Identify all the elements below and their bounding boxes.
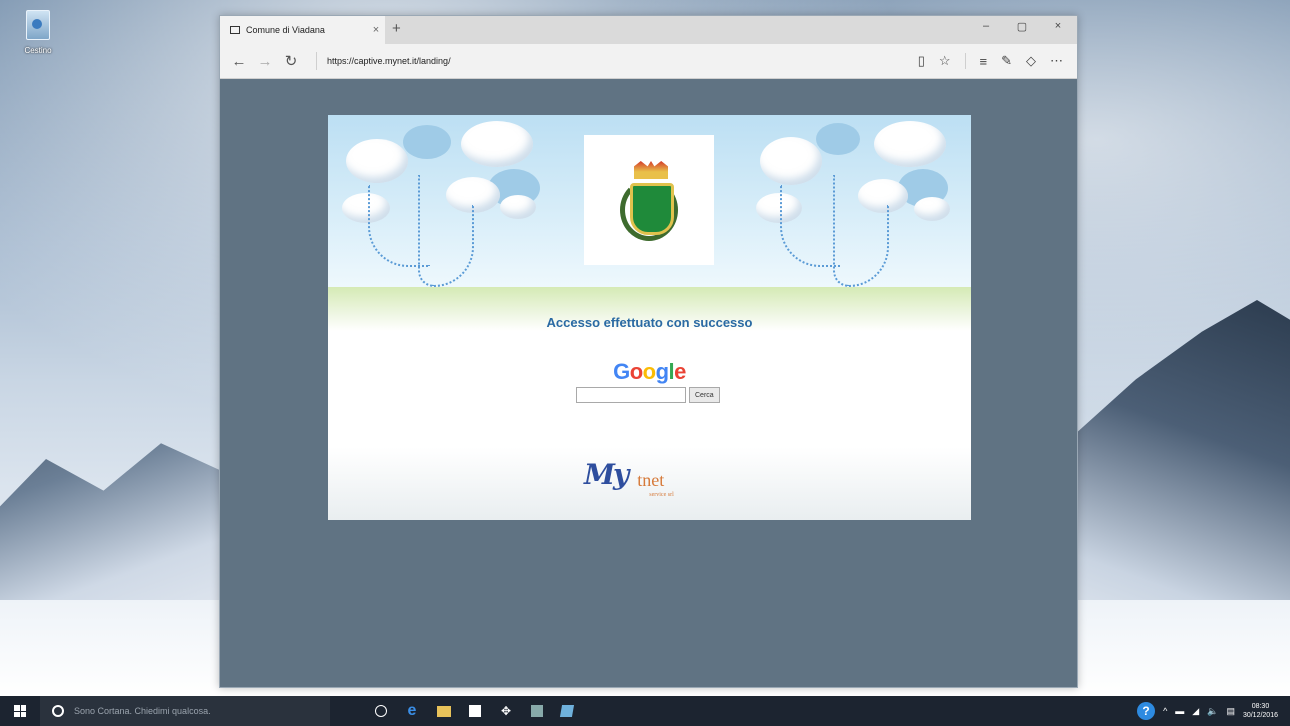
cortana-placeholder: Sono Cortana. Chiedimi qualcosa. xyxy=(74,706,211,716)
address-bar[interactable]: https://captive.mynet.it/landing/ xyxy=(323,56,918,66)
close-button[interactable]: × xyxy=(1047,20,1069,33)
toolbar-tools: ▯ ☆ ≡ ✎ ◇ ⋯ xyxy=(918,53,1063,69)
google-letter: g xyxy=(655,359,669,384)
google-letter: o xyxy=(629,359,643,384)
cloud xyxy=(874,121,946,167)
recycle-bin-shortcut[interactable]: Cestino xyxy=(18,10,58,55)
title-bar: Comune di Viadana × + – ▢ × xyxy=(220,16,1077,44)
more-icon[interactable]: ⋯ xyxy=(1050,53,1063,69)
cloud xyxy=(500,195,536,219)
clock[interactable]: 08:30 30/12/2016 xyxy=(1243,702,1278,720)
volume-icon[interactable]: 🔈 xyxy=(1207,706,1218,717)
landing-card: Accesso effettuato con successo Google C… xyxy=(328,115,971,520)
hub-icon[interactable]: ≡ xyxy=(980,54,988,69)
chevron-up-icon[interactable]: ^ xyxy=(1163,706,1167,716)
recycle-bin-label: Cestino xyxy=(24,46,52,55)
windows-logo-icon xyxy=(14,705,26,717)
share-icon[interactable]: ◇ xyxy=(1026,53,1036,69)
cloud xyxy=(461,121,533,167)
cloud xyxy=(760,137,822,185)
cloud xyxy=(816,123,860,155)
app-icon[interactable] xyxy=(559,705,575,717)
file-explorer-icon[interactable] xyxy=(437,705,451,717)
help-icon[interactable]: ? xyxy=(1137,702,1156,720)
minimize-button[interactable]: – xyxy=(975,20,997,33)
url-separator xyxy=(316,52,317,70)
web-note-icon[interactable]: ✎ xyxy=(1001,53,1012,69)
page-viewport: Accesso effettuato con successo Google C… xyxy=(220,79,1077,687)
edge-icon[interactable]: e xyxy=(405,702,419,719)
page-icon xyxy=(230,26,240,34)
tnet-logo[interactable]: tnet service srl xyxy=(637,470,674,498)
network-icon[interactable]: ◢ xyxy=(1192,706,1199,717)
app-icon[interactable] xyxy=(531,705,543,717)
notifications-icon[interactable]: ▤ xyxy=(1226,706,1235,717)
cortana-icon xyxy=(52,705,64,717)
dotted-branch xyxy=(780,185,840,267)
window-controls: – ▢ × xyxy=(975,20,1069,33)
forward-icon[interactable]: → xyxy=(252,53,278,70)
google-logo: Google xyxy=(328,359,971,385)
start-button[interactable] xyxy=(0,705,40,717)
google-search-form: Cerca xyxy=(576,387,720,403)
google-letter: G xyxy=(613,359,630,384)
provider-logos: My tnet service srl xyxy=(584,458,674,498)
cloud-banner xyxy=(328,115,971,287)
dotted-branch xyxy=(432,205,474,287)
clock-date: 30/12/2016 xyxy=(1242,712,1278,719)
taskbar: Sono Cortana. Chiedimi qualcosa. e ✥ ? ^… xyxy=(0,696,1290,726)
recycle-bin-icon xyxy=(26,10,50,40)
tnet-logo-sub: service srl xyxy=(649,492,674,498)
reading-view-icon[interactable]: ▯ xyxy=(918,53,925,69)
system-tray: ? ^ ▬ ◢ 🔈 ▤ 08:30 30/12/2016 xyxy=(1137,702,1278,720)
search-button[interactable]: Cerca xyxy=(689,387,720,403)
success-message: Accesso effettuato con successo xyxy=(546,315,753,330)
google-letter: e xyxy=(674,359,686,384)
tab-title: Comune di Viadana xyxy=(246,25,325,35)
favorite-star-icon[interactable]: ☆ xyxy=(939,53,951,69)
navigation-bar: ← → ↻ https://captive.mynet.it/landing/ … xyxy=(220,44,1077,79)
battery-icon[interactable]: ▬ xyxy=(1175,706,1184,716)
task-view-icon[interactable] xyxy=(375,705,387,717)
store-icon[interactable] xyxy=(469,705,481,717)
crest-shield-icon xyxy=(630,183,674,235)
tab-active[interactable]: Comune di Viadana × xyxy=(220,16,385,44)
cloud xyxy=(914,197,950,221)
refresh-icon[interactable]: ↻ xyxy=(278,52,304,70)
taskbar-apps: e ✥ xyxy=(375,702,575,719)
search-input[interactable] xyxy=(576,387,686,403)
tnet-logo-text: tnet xyxy=(637,470,665,490)
tab-close-icon[interactable]: × xyxy=(367,24,385,36)
mynet-logo[interactable]: My xyxy=(584,458,629,491)
google-letter: o xyxy=(642,359,656,384)
browser-window: Comune di Viadana × + – ▢ × ← → ↻ https:… xyxy=(219,15,1078,688)
cloud xyxy=(403,125,451,159)
new-tab-button[interactable]: + xyxy=(392,20,401,37)
municipality-crest xyxy=(584,135,714,265)
dropbox-icon[interactable]: ✥ xyxy=(499,704,513,718)
maximize-button[interactable]: ▢ xyxy=(1011,20,1033,33)
dotted-branch xyxy=(847,205,889,287)
crest-crown-icon xyxy=(634,161,668,179)
cloud xyxy=(346,139,408,183)
clock-time: 08:30 xyxy=(1251,703,1270,710)
back-icon[interactable]: ← xyxy=(226,53,252,70)
tools-separator xyxy=(964,53,966,69)
cortana-search-box[interactable]: Sono Cortana. Chiedimi qualcosa. xyxy=(40,696,330,726)
